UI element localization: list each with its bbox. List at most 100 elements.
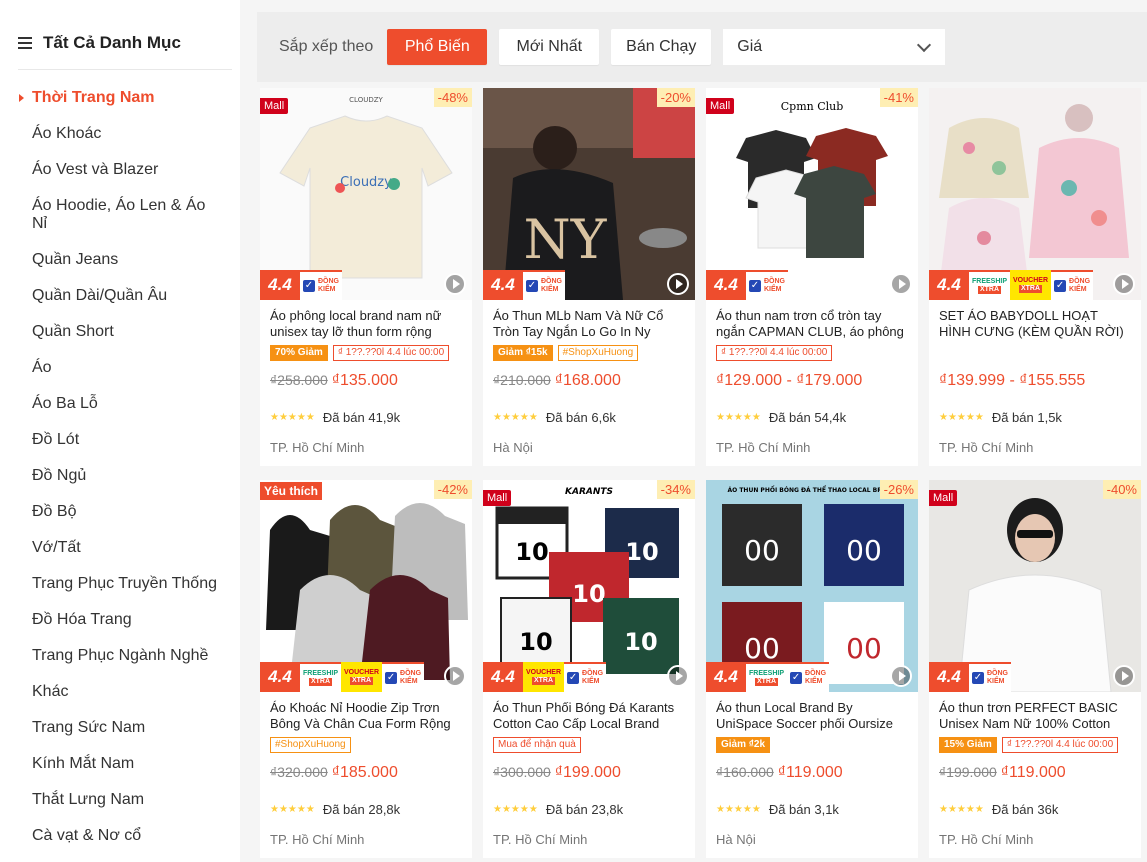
svg-text:10: 10 <box>572 580 605 608</box>
sidebar-item-7[interactable]: Áo <box>0 350 240 386</box>
product-image[interactable] <box>260 480 472 692</box>
check-icon: ✓ <box>526 280 538 292</box>
product-card[interactable]: ÁO THUN PHỐI BÓNG ĐÁ THỂ THAO LOCAL BRAN… <box>706 480 918 858</box>
svg-text:00: 00 <box>846 632 882 665</box>
category-header[interactable]: Tất Cả Danh Mục <box>18 28 232 70</box>
price-sort-select[interactable]: Giá <box>723 29 946 65</box>
sidebar-item-17[interactable]: Trang Sức Nam <box>0 710 240 746</box>
product-image[interactable]: ÁO THUN PHỐI BÓNG ĐÁ THỂ THAO LOCAL BRAN… <box>706 480 918 692</box>
voucher-xtra-badge: VOUCHER XTRA <box>1010 270 1052 300</box>
product-name[interactable]: Áo phông local brand nam nữ unisex tay l… <box>270 308 464 340</box>
product-card[interactable]: KARANTS 10 10 10 10 10 Mall -34% 4.4 VOUCHER XTRA ✓… <box>483 480 695 858</box>
shop-location: TP. Hồ Chí Minh <box>716 440 811 455</box>
check-icon: ✓ <box>1054 280 1067 292</box>
event-badge: 4.4 <box>706 270 746 300</box>
voucher-xtra-badge: VOUCHER XTRA <box>341 662 383 692</box>
product-card[interactable]: Cloudzy CLOUDZY Mall -48% 4.4 ✓ ĐỒNG KIỂM Áo phô… <box>260 88 472 466</box>
sidebar-item-11[interactable]: Đồ Bộ <box>0 494 240 530</box>
product-card[interactable]: Yêu thích -42% 4.4 FREESHIP XTRA VOUCHER XTRA ✓… <box>260 480 472 858</box>
product-tag: Mua để nhận quà <box>493 737 581 753</box>
sidebar-item-16[interactable]: Khác <box>0 674 240 710</box>
product-price-row: ₫258.000 ₫135.000 <box>270 372 398 390</box>
mall-badge: Mall <box>260 98 289 114</box>
product-price-row: ₫300.000 ₫199.000 <box>493 764 621 782</box>
product-tag: ₫ 1??.??0l 4.4 lúc 00:00 <box>332 345 450 361</box>
freeship-xtra-badge: FREESHIP XTRA <box>300 662 342 692</box>
sidebar-item-8[interactable]: Áo Ba Lỗ <box>0 386 240 422</box>
sidebar-item-1[interactable]: Áo Khoác <box>0 116 240 152</box>
product-image[interactable]: NY <box>483 88 695 300</box>
mall-badge: Mall <box>929 490 958 506</box>
sidebar-item-5[interactable]: Quần Dài/Quần Âu <box>0 278 240 314</box>
sort-popular-button[interactable]: Phổ Biến <box>387 29 488 65</box>
product-name[interactable]: Áo Khoác Nỉ Hoodie Zip Trơn Bông Và Chân… <box>270 700 464 732</box>
discount-badge: -20% <box>656 88 695 107</box>
promo-bar: 4.4 ✓ ĐỒNG KIỂM <box>483 270 565 300</box>
play-video-icon[interactable] <box>667 273 689 295</box>
product-card[interactable]: Mall -40% 4.4 ✓ ĐỒNG KIỂM Áo thun trơn PERFECT… <box>929 480 1141 858</box>
sidebar-item-12[interactable]: Vớ/Tất <box>0 530 240 566</box>
product-name[interactable]: Áo thun nam trơn cổ tròn tay ngắn CAPMAN… <box>716 308 910 340</box>
shop-location: TP. Hồ Chí Minh <box>270 440 365 455</box>
sidebar-item-15[interactable]: Trang Phục Ngành Nghề <box>0 638 240 674</box>
product-name[interactable]: SET ÁO BABYDOLL HOẠT HÌNH CƯNG (KÈM QUẦN… <box>939 308 1133 340</box>
star-rating-icon: ★★★★★ <box>493 412 538 423</box>
play-video-icon[interactable] <box>1113 665 1135 687</box>
svg-text:00: 00 <box>744 632 780 665</box>
product-name[interactable]: Áo thun trơn PERFECT BASIC Unisex Nam Nữ… <box>939 700 1133 732</box>
play-video-icon[interactable] <box>444 665 466 687</box>
price-sort-label: Giá <box>737 38 763 55</box>
discount-badge: -41% <box>879 88 918 107</box>
freeship-xtra-badge: FREESHIP XTRA <box>746 662 788 692</box>
shop-location: TP. Hồ Chí Minh <box>939 832 1034 847</box>
svg-text:ÁO THUN PHỐI BÓNG ĐÁ THỂ THAO: ÁO THUN PHỐI BÓNG ĐÁ THỂ THAO LOCAL BRAN… <box>728 486 897 494</box>
sidebar-item-10[interactable]: Đồ Ngủ <box>0 458 240 494</box>
play-video-icon[interactable] <box>890 665 912 687</box>
product-image[interactable]: Cpmn Club <box>706 88 918 300</box>
sort-label: Sắp xếp theo <box>279 38 374 55</box>
favorite-badge: Yêu thích <box>260 482 323 500</box>
product-name[interactable]: Áo Thun MLb Nam Và Nữ Cổ Tròn Tay Ngắn L… <box>493 308 687 340</box>
product-image[interactable] <box>929 88 1141 300</box>
product-tags: 70% Giảm ₫ 1??.??0l 4.4 lúc 00:00 <box>270 345 450 363</box>
shop-location: Hà Nội <box>493 440 533 455</box>
sidebar-item-18[interactable]: Kính Mắt Nam <box>0 746 240 782</box>
sidebar-item-6[interactable]: Quần Short <box>0 314 240 350</box>
product-image[interactable] <box>929 480 1141 692</box>
product-card[interactable]: Cpmn Club Mall -41% 4.4 ✓ ĐỒNG KIỂM Áo thun nam… <box>706 88 918 466</box>
product-tags: 15% Giảm ₫ 1??.??0l 4.4 lúc 00:00 <box>939 737 1119 755</box>
dong-kiem-badge: ✓ ĐỒNG KIỂM <box>382 662 425 692</box>
sidebar-item-20[interactable]: Cà vạt & Nơ cổ <box>0 818 240 854</box>
event-badge: 4.4 <box>483 662 523 692</box>
sidebar-item-0[interactable]: Thời Trang Nam <box>0 80 240 116</box>
product-card[interactable]: NY -20% 4.4 ✓ ĐỒNG KIỂM Áo Thun MLb Nam Và Nữ … <box>483 88 695 466</box>
sidebar-item-3[interactable]: Áo Hoodie, Áo Len & Áo Nỉ <box>0 188 240 242</box>
promo-bar: 4.4 VOUCHER XTRA ✓ ĐỒNG KIỂM <box>483 662 607 692</box>
sidebar-item-9[interactable]: Đồ Lót <box>0 422 240 458</box>
sidebar-item-4[interactable]: Quần Jeans <box>0 242 240 278</box>
product-tags: ₫ 1??.??0l 4.4 lúc 00:00 <box>716 345 833 363</box>
sort-newest-button[interactable]: Mới Nhất <box>499 29 600 65</box>
sidebar-item-14[interactable]: Đồ Hóa Trang <box>0 602 240 638</box>
play-video-icon[interactable] <box>1113 273 1135 295</box>
discount-badge: -40% <box>1102 480 1141 499</box>
sidebar-item-13[interactable]: Trang Phục Truyền Thống <box>0 566 240 602</box>
sidebar-item-19[interactable]: Thắt Lưng Nam <box>0 782 240 818</box>
product-tags: Giảm ₫2k <box>716 737 771 755</box>
sale-price: ₫135.000 <box>331 372 398 389</box>
product-card[interactable]: 4.4 FREESHIP XTRA VOUCHER XTRA ✓ ĐỒNG KIỂM SET Á… <box>929 88 1141 466</box>
dong-kiem-badge: ✓ ĐỒNG KIỂM <box>300 270 342 300</box>
product-image[interactable]: KARANTS 10 10 10 10 10 <box>483 480 695 692</box>
product-name[interactable]: Áo thun Local Brand By UniSpace Soccer p… <box>716 700 910 732</box>
sidebar-item-2[interactable]: Áo Vest và Blazer <box>0 152 240 188</box>
play-video-icon[interactable] <box>667 665 689 687</box>
svg-text:00: 00 <box>846 534 882 567</box>
product-tag: #ShopXuHuong <box>557 345 639 361</box>
play-video-icon[interactable] <box>890 273 912 295</box>
sort-bestseller-button[interactable]: Bán Chạy <box>611 29 712 65</box>
svg-text:Cpmn Club: Cpmn Club <box>781 100 844 113</box>
product-image[interactable]: Cloudzy CLOUDZY <box>260 88 472 300</box>
product-name[interactable]: Áo Thun Phối Bóng Đá Karants Cotton Cao … <box>493 700 687 732</box>
discount-badge: -26% <box>879 480 918 499</box>
play-video-icon[interactable] <box>444 273 466 295</box>
